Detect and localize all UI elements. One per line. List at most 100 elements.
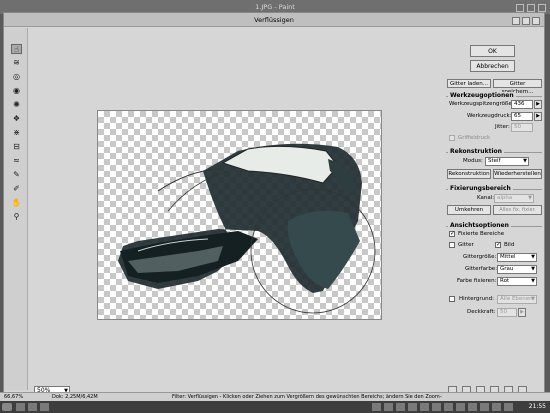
mesh-size-select[interactable]: Mittel ▼ (497, 253, 537, 262)
ok-button[interactable]: OK (470, 45, 515, 57)
frozen-areas-checkbox[interactable]: ✓ (449, 231, 455, 237)
reflection-tool-icon[interactable]: ⊟ (11, 142, 22, 152)
pen-pressure-checkbox (449, 135, 455, 141)
tool-options-heading: Werkzeugoptionen (448, 92, 516, 99)
mode-select[interactable]: Steif ▼ (485, 157, 529, 166)
brush-size-input[interactable]: 436 (511, 100, 533, 109)
reconstruct-button[interactable]: Rekonstruktion (447, 169, 491, 179)
taskbar-app-icon[interactable] (28, 403, 37, 411)
freeze-all-button: Alles fix. fixier. (493, 205, 542, 215)
status-hint: Filter: Verflüssigen - Klicken oder Zieh… (172, 394, 442, 400)
save-mesh-button[interactable]: Gitter speichern... (493, 79, 542, 95)
brush-pressure-input[interactable]: 65 (511, 112, 533, 121)
chevron-down-icon: ▼ (531, 254, 535, 260)
taskbar-app-icon[interactable] (40, 403, 49, 411)
taskbar-app-icon[interactable] (16, 403, 25, 411)
hand-tool-icon[interactable]: ✋ (11, 198, 22, 208)
shift-pixels-tool-icon[interactable]: ⋇ (11, 128, 22, 138)
mesh-checkbox[interactable] (449, 242, 455, 248)
app-title: 1.JPG - Paint (255, 3, 295, 11)
restore-all-button[interactable]: Wiederherstellen (493, 169, 542, 179)
brush-pressure-arrow-icon[interactable]: ▶ (534, 112, 542, 121)
taskbar-app-icon[interactable] (492, 403, 501, 411)
jitter-label: Jitter: (495, 124, 510, 130)
load-mesh-button[interactable]: Gitter laden... (447, 79, 491, 88)
car-image (118, 143, 376, 314)
taskbar-app-icon[interactable] (420, 403, 429, 411)
preview-area: 50% ▼ (29, 28, 443, 396)
taskbar-app-icon[interactable] (444, 403, 453, 411)
taskbar: 21:55 (0, 401, 550, 413)
reconstruction-heading: Rekonstruktion (448, 148, 504, 155)
channel-label: Kanal: (477, 195, 495, 201)
taskbar-app-icon[interactable] (456, 403, 465, 411)
taskbar-app-icon[interactable] (480, 403, 489, 411)
freeze-color-label: Farbe fixieren: (457, 278, 497, 284)
chevron-down-icon: ▼ (528, 195, 532, 201)
status-zoom: 66,67% (4, 394, 24, 400)
pucker-tool-icon[interactable]: ✺ (11, 100, 22, 110)
mesh-color-select[interactable]: Grau ▼ (497, 265, 537, 274)
opacity-arrow-icon: ▶ (518, 308, 526, 317)
clock: 21:55 (528, 403, 546, 410)
maximize-icon[interactable] (527, 4, 535, 12)
status-doc-size: Dok: 2,25M/6,42M (52, 394, 98, 400)
frozen-areas-label: Fixierte Bereiche (458, 231, 505, 237)
pen-pressure-label: Griffeldruck (458, 135, 491, 141)
dialog-minimize-icon[interactable] (512, 17, 520, 25)
chevron-down-icon: ▼ (531, 296, 535, 302)
brush-size-arrow-icon[interactable]: ▶ (534, 100, 542, 109)
zoom-tool-icon[interactable]: ⚲ (11, 212, 22, 222)
taskbar-app-icon[interactable] (408, 403, 417, 411)
liquify-dialog: Verflüssigen ☝ ≋ ◎ ◉ ✺ ❖ ⋇ ⊟ ≈ ✎ ✐ ✋ ⚲ 5… (3, 12, 545, 399)
backdrop-label: Hintergrund: (459, 296, 494, 302)
turbulence-tool-icon[interactable]: ≈ (11, 156, 22, 166)
options-panel: OK Abbrechen Gitter laden... Gitter spei… (445, 28, 543, 398)
jitter-input: 50 (511, 123, 533, 132)
taskbar-app-icon[interactable] (468, 403, 477, 411)
dialog-close-icon[interactable] (532, 17, 540, 25)
status-bar: 66,67% Dok: 2,25M/6,42M Filter: Verflüss… (0, 392, 550, 401)
freeze-mask-tool-icon[interactable]: ✎ (11, 170, 22, 180)
chevron-down-icon: ▼ (531, 266, 535, 272)
mesh-size-label: Gittergröße: (463, 254, 497, 260)
taskbar-app-icon[interactable] (384, 403, 393, 411)
image-checkbox[interactable]: ✓ (495, 242, 501, 248)
opacity-input: 50 (497, 308, 517, 317)
brush-size-label: Werkzeugspitzengröße: (449, 101, 514, 107)
thaw-mask-tool-icon[interactable]: ✐ (11, 184, 22, 194)
dialog-title: Verflüssigen (254, 16, 294, 24)
mode-label: Modus: (463, 158, 483, 164)
close-icon[interactable] (538, 4, 546, 12)
dialog-maximize-icon[interactable] (522, 17, 530, 25)
taskbar-app-icon[interactable] (396, 403, 405, 411)
invert-button[interactable]: Umkehren (447, 205, 491, 215)
brush-pressure-label: Werkzeugdruck: (467, 113, 512, 119)
preview-canvas[interactable] (97, 110, 382, 320)
bloat-tool-icon[interactable]: ❖ (11, 114, 22, 124)
reconstruct-tool-icon[interactable]: ≋ (11, 58, 22, 68)
twirl-cw-tool-icon[interactable]: ◎ (11, 72, 22, 82)
backdrop-checkbox[interactable] (449, 296, 455, 302)
start-icon[interactable] (2, 403, 12, 411)
forward-warp-tool-icon[interactable]: ☝ (11, 44, 22, 54)
freeze-area-heading: Fixierungsbereich (448, 185, 513, 192)
twirl-ccw-tool-icon[interactable]: ◉ (11, 86, 22, 96)
tool-palette: ☝ ≋ ◎ ◉ ✺ ❖ ⋇ ⊟ ≈ ✎ ✐ ✋ ⚲ (4, 28, 28, 390)
mesh-label: Gitter (458, 242, 474, 248)
chevron-down-icon: ▼ (531, 278, 535, 284)
dialog-titlebar: Verflüssigen (4, 13, 544, 27)
freeze-color-select[interactable]: Rot ▼ (497, 277, 537, 286)
backdrop-select: Alle Ebenen ▼ (497, 295, 537, 304)
image-label: Bild (504, 242, 515, 248)
taskbar-app-icon[interactable] (372, 403, 381, 411)
taskbar-app-icon[interactable] (504, 403, 513, 411)
taskbar-app-icon[interactable] (432, 403, 441, 411)
view-options-heading: Ansichtsoptionen (448, 222, 511, 229)
minimize-icon[interactable] (516, 4, 524, 12)
cancel-button[interactable]: Abbrechen (470, 60, 515, 72)
mesh-color-label: Gitterfarbe: (465, 266, 498, 272)
chevron-down-icon: ▼ (523, 158, 527, 164)
channel-select: alpha ▼ (494, 194, 534, 203)
opacity-label: Deckkraft: (467, 309, 496, 315)
